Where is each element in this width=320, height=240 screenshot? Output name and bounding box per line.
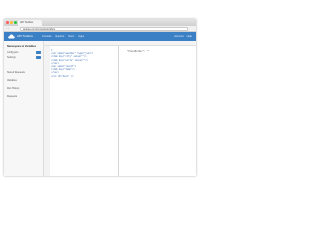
minimize-window-button[interactable] xyxy=(10,21,13,24)
nav-link-docs[interactable]: Docs xyxy=(68,32,74,41)
close-window-button[interactable] xyxy=(6,21,9,24)
editor-gutter xyxy=(44,46,50,176)
code-line: <run id="main" /> xyxy=(51,74,74,78)
sidebar-item-label: Run History xyxy=(7,87,20,90)
app-nav-right: Account Help xyxy=(174,32,192,41)
maximize-window-button[interactable] xyxy=(14,21,17,24)
sidebar-badge xyxy=(36,55,41,59)
back-forward-icon[interactable]: ‹ › xyxy=(6,27,9,30)
result-line: "PlaceHolder": "" xyxy=(127,50,150,53)
nav-link-help[interactable]: Help xyxy=(187,32,192,41)
sidebar-item-label: Variables xyxy=(7,79,17,82)
browser-window: API Toolbox ‹ › apigee.com/console/toolb… xyxy=(4,19,196,176)
sidebar-item-config[interactable]: config.json xyxy=(7,50,41,54)
url-field[interactable]: apigee.com/console/toolbox xyxy=(20,27,188,31)
nav-link-account[interactable]: Account xyxy=(174,32,183,41)
window-controls xyxy=(6,21,17,24)
sidebar-item-stored-requests[interactable]: Stored Requests xyxy=(7,71,41,74)
nav-link-explore[interactable]: Explore xyxy=(56,32,65,41)
app-title: API Toolbox xyxy=(17,34,33,38)
result-toolbar xyxy=(119,41,196,46)
code-content: 1 <var name="weather" type="json"> <item… xyxy=(51,49,93,78)
code-editor[interactable]: 1 <var name="weather" type="json"> <item… xyxy=(44,41,119,176)
result-panel[interactable]: "PlaceHolder": "" xyxy=(119,41,196,176)
sidebar: Namespace & Variables config.json Settin… xyxy=(4,41,44,176)
sidebar-title: Namespace & Variables xyxy=(7,45,37,48)
sidebar-item-label: Stored Requests xyxy=(7,71,25,74)
sidebar-item-variables[interactable]: Variables xyxy=(7,79,41,82)
sidebar-item-label: Requests xyxy=(7,95,18,98)
editor-toolbar xyxy=(44,41,119,46)
sidebar-badge xyxy=(36,50,41,54)
cloud-logo-icon xyxy=(8,34,15,38)
browser-titlebar: API Toolbox xyxy=(4,19,196,26)
sidebar-item-label: config.json xyxy=(7,51,19,54)
sidebar-item-label: Settings xyxy=(7,56,16,59)
app-navbar: API Toolbox Console Explore Docs Apps Ac… xyxy=(4,32,196,41)
nav-link-console[interactable]: Console xyxy=(42,32,52,41)
sidebar-item-run-history[interactable]: Run History xyxy=(7,87,41,90)
sidebar-item-requests[interactable]: Requests xyxy=(7,95,41,98)
sidebar-item-settings[interactable]: Settings xyxy=(7,55,41,59)
nav-link-apps[interactable]: Apps xyxy=(78,32,84,41)
app-nav-links: Console Explore Docs Apps xyxy=(42,32,84,41)
